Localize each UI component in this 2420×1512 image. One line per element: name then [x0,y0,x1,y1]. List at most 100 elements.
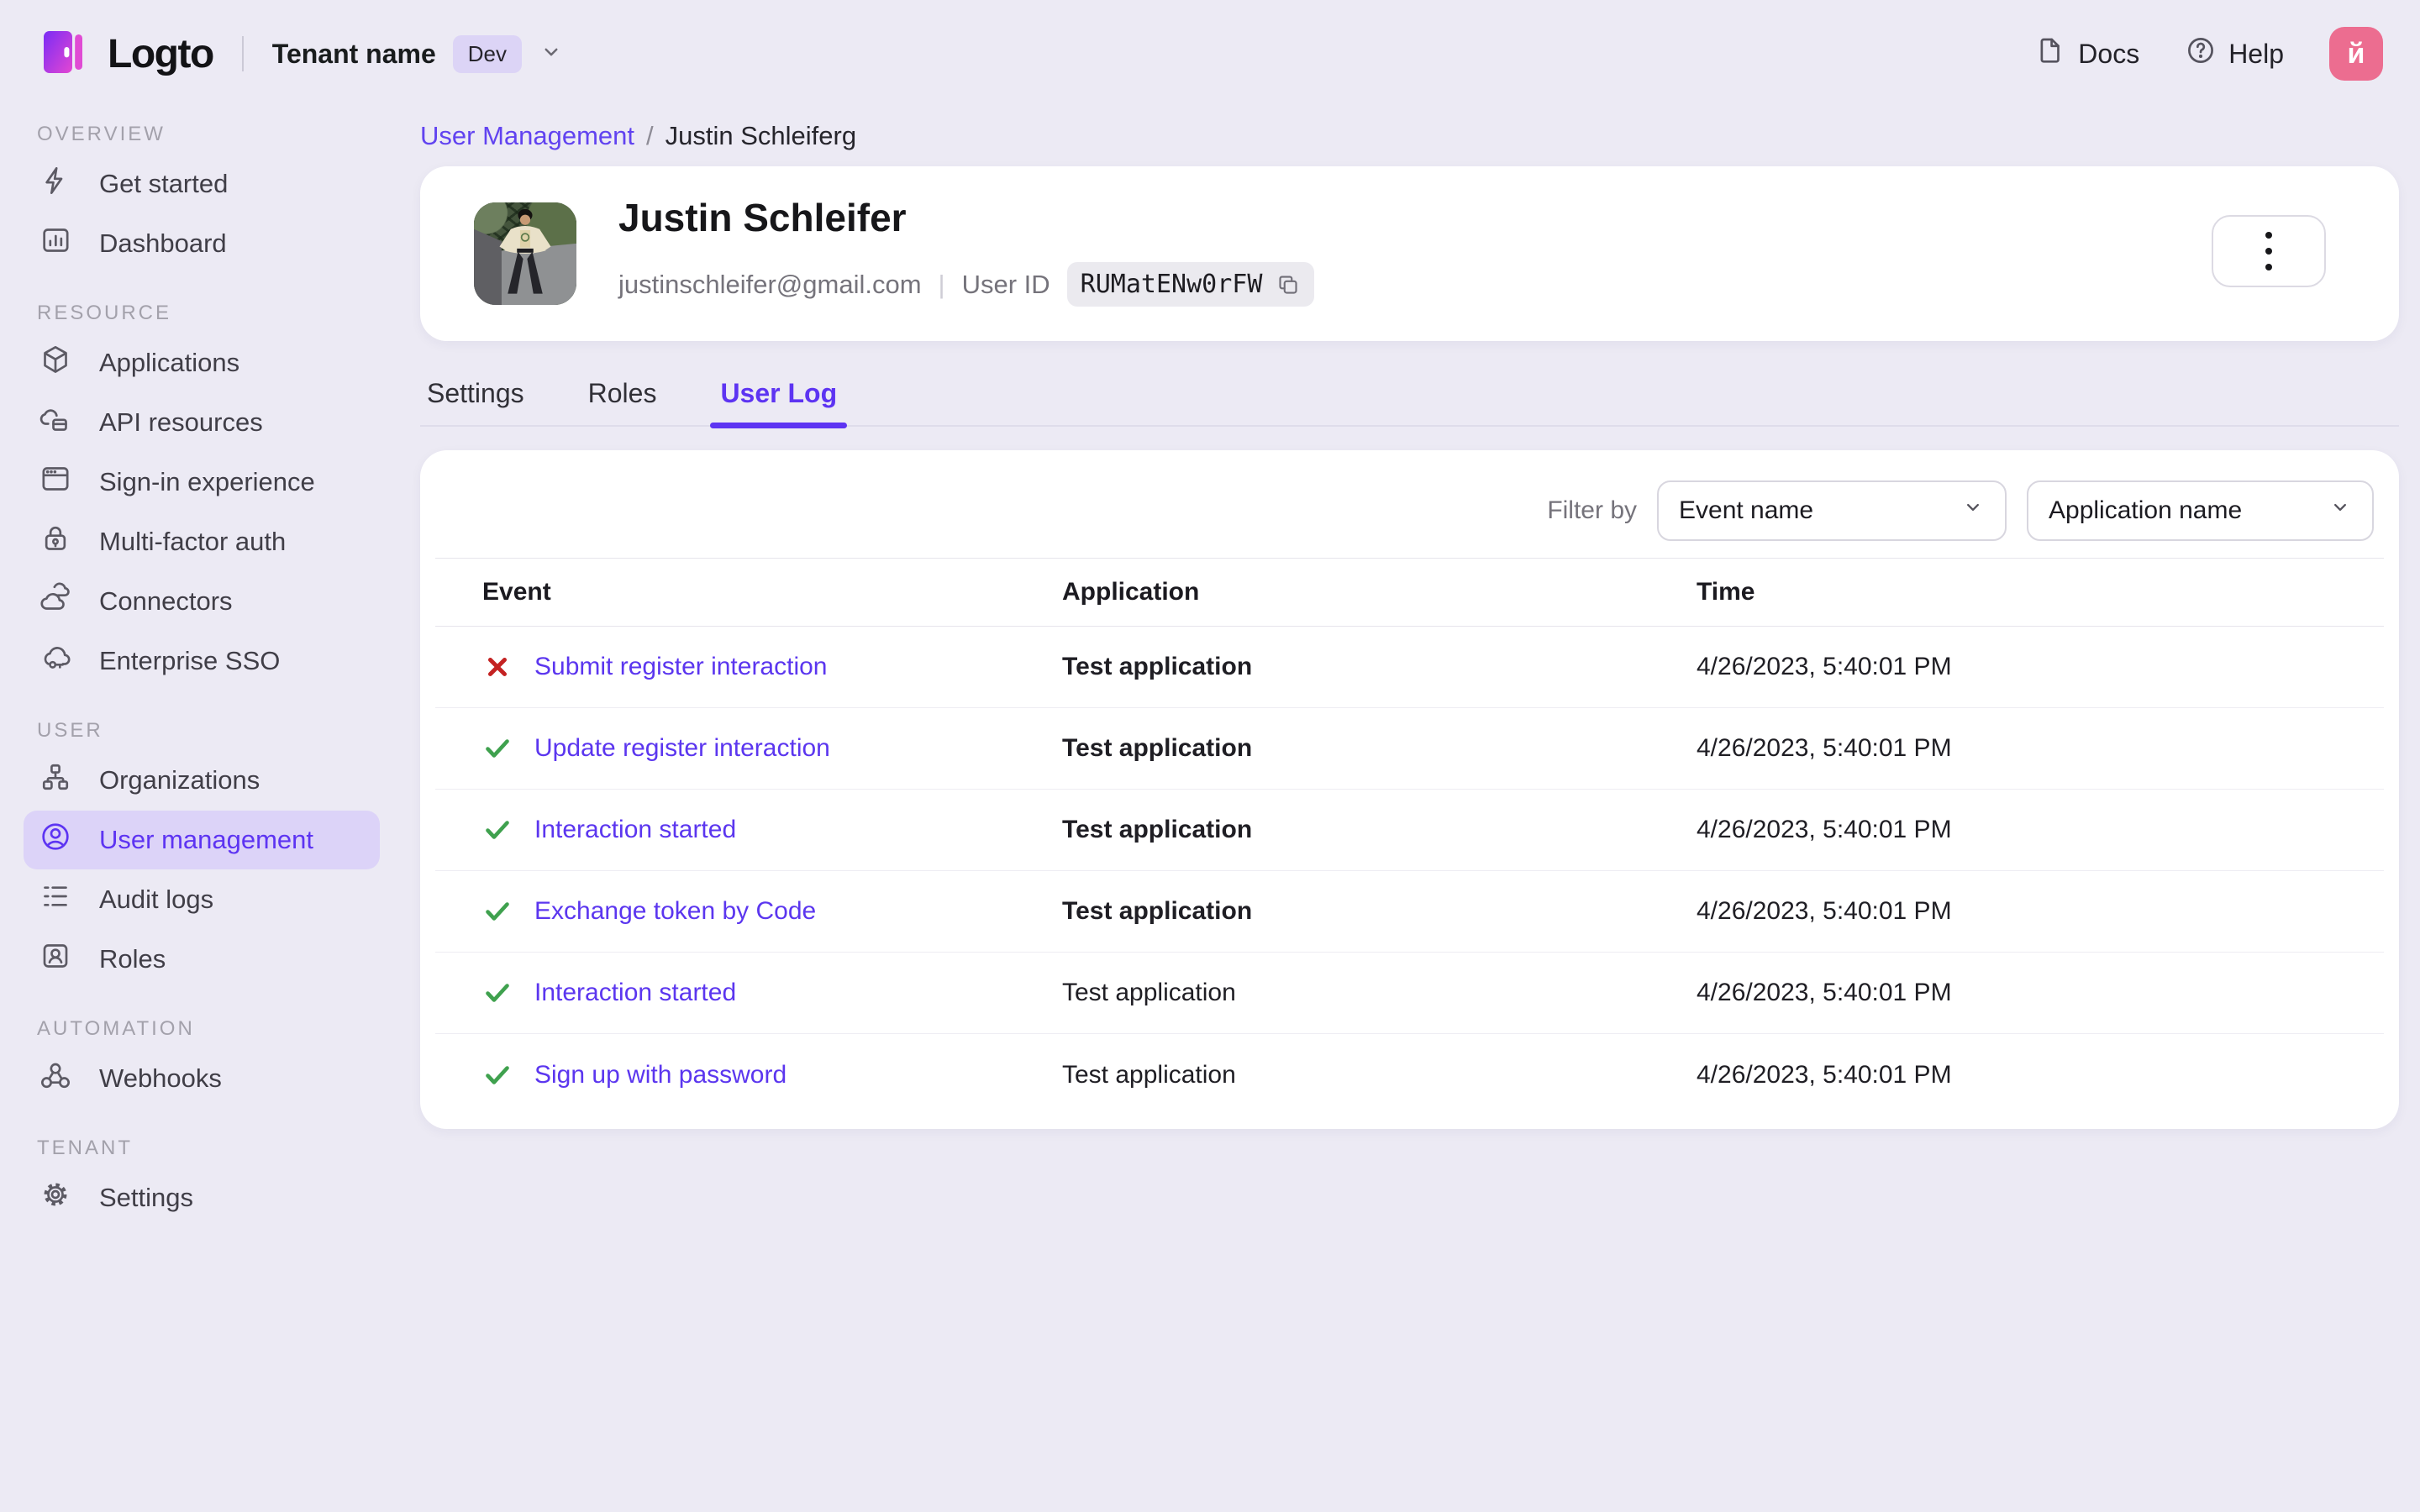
avatar-person-figure [499,208,551,294]
chevron-down-icon [1961,496,1985,526]
success-check-icon [486,739,509,758]
user-id-value: RUMatENw0rFW [1080,270,1263,299]
tab-settings[interactable]: Settings [427,371,524,425]
time-cell: 4/26/2023, 5:40:01 PM [1697,979,1952,1006]
topbar-divider [241,36,244,71]
event-link[interactable]: Interaction started [534,979,736,1007]
webhook-icon [39,1058,72,1099]
copy-icon[interactable] [1276,272,1301,297]
application-filter-value: Application name [2049,496,2243,524]
sidebar-section-automation: AUTOMATION [37,1017,195,1040]
table-row: Interaction started Test application 4/2… [435,953,2384,1034]
sidebar-section-user: USER [37,719,103,742]
brand-wordmark: Logto [108,31,214,76]
sidebar-item-audit-logs[interactable]: Audit logs [24,870,380,929]
success-check-icon [486,984,509,1002]
application-name-filter-select[interactable]: Application name [2027,480,2374,541]
cloud-key-icon [39,641,72,681]
sidebar-item-label: Get started [99,169,229,198]
sidebar-item-label: Dashboard [99,228,227,258]
sidebar-item-connectors[interactable]: Connectors [24,572,380,631]
help-circle-icon [2185,34,2217,73]
tab-roles[interactable]: Roles [588,371,657,425]
breadcrumb: User Management / Justin Schleiferg [420,121,2399,151]
event-link[interactable]: Update register interaction [534,734,830,763]
sidebar-item-webhooks[interactable]: Webhooks [24,1049,380,1108]
sidebar-item-user-management[interactable]: User management [24,811,380,869]
sidebar-section-overview: OVERVIEW [37,123,166,145]
event-link[interactable]: Submit register interaction [534,653,828,681]
user-circle-icon [39,820,72,860]
filter-by-label: Filter by [1547,496,1637,524]
kebab-dot [2265,264,2272,270]
topbar-actions: Docs Help й [2034,27,2383,81]
tab-user-log[interactable]: User Log [710,371,847,428]
list-icon [39,879,72,920]
time-cell: 4/26/2023, 5:40:01 PM [1697,1060,1952,1089]
sidebar-item-applications[interactable]: Applications [24,333,380,392]
sidebar-item-label: Enterprise SSO [99,646,281,675]
main-content: User Management / Justin Schleiferg Just… [403,108,2420,1512]
sidebar-item-settings[interactable]: Settings [24,1168,380,1227]
sidebar-item-label: Applications [99,348,240,377]
sidebar-item-label: Webhooks [99,1063,222,1093]
breadcrumb-user-management-link[interactable]: User Management [420,121,634,151]
table-row: Interaction started Test application 4/2… [435,790,2384,871]
topbar: Logto Tenant name Dev Docs Help й [0,0,2420,108]
tenant-selector[interactable]: Tenant name Dev [272,34,564,73]
sidebar-item-organizations[interactable]: Organizations [24,751,380,810]
cloud-box-icon [39,402,72,443]
user-email: justinschleifer@gmail.com [618,269,922,299]
application-cell: Test application [1062,734,1253,762]
table-row: Exchange token by Code Test application … [435,871,2384,953]
user-id-pill: RUMatENw0rFW [1066,262,1315,307]
dashboard-icon [39,223,72,264]
application-cell: Test application [1062,897,1253,925]
sidebar-item-dashboard[interactable]: Dashboard [24,214,380,273]
logto-logo[interactable]: Logto [37,25,214,83]
event-filter-value: Event name [1679,496,1814,524]
org-chart-icon [39,760,72,801]
docs-button[interactable]: Docs [2034,34,2139,73]
account-avatar[interactable]: й [2329,27,2383,81]
help-label: Help [2228,38,2284,69]
sidebar-item-multi-factor-auth[interactable]: Multi-factor auth [24,512,380,571]
event-link[interactable]: Sign up with password [534,1061,786,1089]
sidebar-item-label: Roles [99,944,166,974]
sidebar-item-label: Organizations [99,765,260,795]
breadcrumb-current: Justin Schleiferg [665,121,857,150]
help-button[interactable]: Help [2185,34,2284,73]
user-header-card: Justin Schleifer justinschleifer@gmail.c… [420,166,2399,341]
logto-logo-icon [37,25,91,83]
sidebar-item-label: API resources [99,407,263,437]
header-event: Event [482,578,551,606]
sidebar-item-label: Connectors [99,586,233,616]
sidebar-item-label: Settings [99,1183,194,1212]
chevron-down-icon [539,39,564,69]
user-name: Justin Schleifer [618,196,907,239]
time-cell: 4/26/2023, 5:40:01 PM [1697,816,1952,843]
sidebar-item-label: Audit logs [99,885,214,914]
sidebar-item-label: Sign-in experience [99,467,315,496]
sidebar-item-sign-in-experience[interactable]: Sign-in experience [24,453,380,512]
sidebar-item-roles[interactable]: Roles [24,930,380,989]
header-application: Application [1062,578,1200,606]
tenant-env-badge: Dev [452,34,523,73]
sidebar-item-label: User management [99,825,314,854]
sidebar-item-enterprise-sso[interactable]: Enterprise SSO [24,632,380,690]
application-cell: Test application [1062,979,1236,1006]
event-link[interactable]: Exchange token by Code [534,897,816,926]
user-actions-menu-button[interactable] [2212,215,2326,287]
table-row: Submit register interaction Test applica… [435,627,2384,708]
sidebar: OVERVIEW Get started Dashboard RESOURCE … [0,108,403,1512]
application-cell: Test application [1062,1060,1236,1089]
event-name-filter-select[interactable]: Event name [1657,480,2007,541]
sidebar-item-get-started[interactable]: Get started [24,155,380,213]
application-cell: Test application [1062,653,1253,680]
sidebar-item-api-resources[interactable]: API resources [24,393,380,452]
event-link[interactable]: Interaction started [534,816,736,844]
time-cell: 4/26/2023, 5:40:01 PM [1697,653,1952,680]
user-meta-row: justinschleifer@gmail.com | User ID RUMa… [618,262,1315,307]
application-cell: Test application [1062,816,1253,843]
user-detail-tabs: Settings Roles User Log [420,371,2399,428]
